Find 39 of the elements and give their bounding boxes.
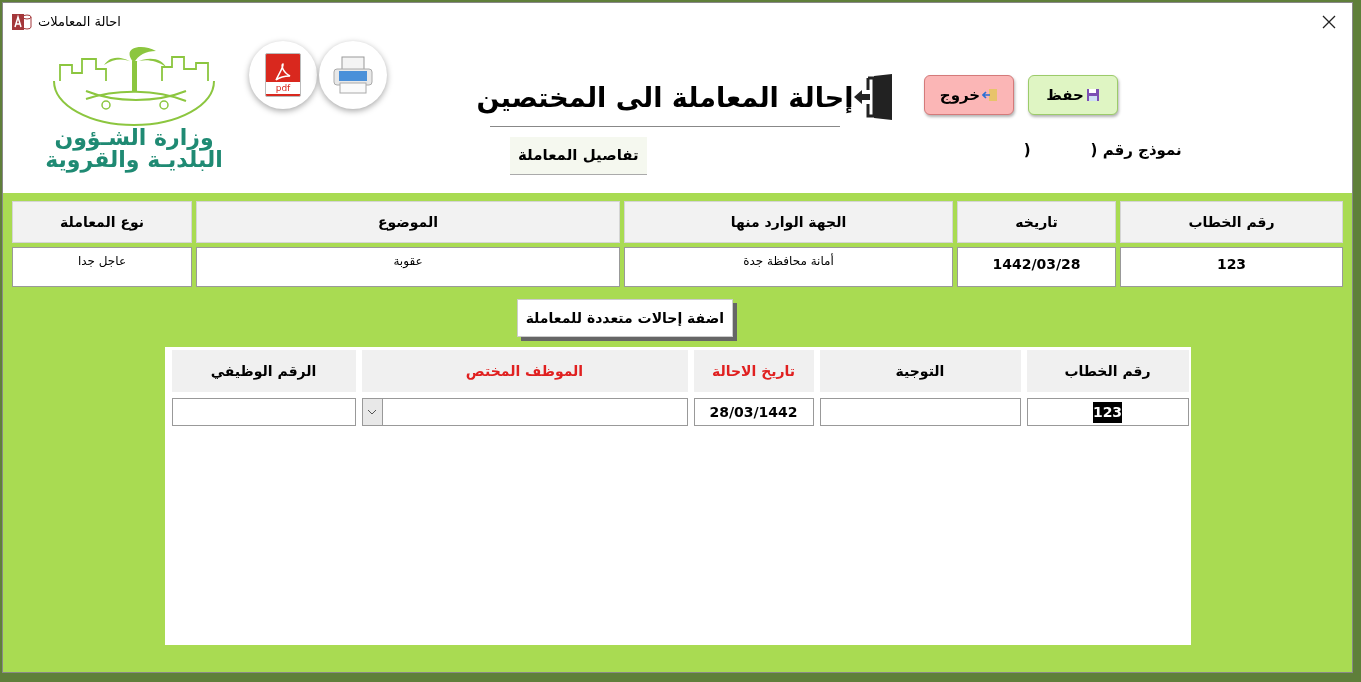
column-header: رقم الخطاب: [1120, 201, 1343, 243]
dropdown-button[interactable]: [362, 399, 383, 425]
printer-icon: [331, 55, 375, 95]
exit-button[interactable]: خروج: [924, 75, 1014, 115]
print-button[interactable]: [319, 41, 387, 109]
chevron-down-icon: [367, 409, 377, 415]
column-header: الموظف المختص: [361, 350, 688, 392]
column-header: تاريخه: [957, 201, 1116, 243]
pdf-label: pdf: [266, 82, 300, 94]
column-header: الموضوع: [196, 201, 620, 243]
ministry-name: وزارة الشـؤون: [54, 127, 214, 149]
input-field[interactable]: [819, 398, 1021, 426]
detail-field[interactable]: عاجل جدا: [12, 247, 192, 287]
save-button[interactable]: حفظ: [1028, 75, 1118, 115]
employee-dropdown[interactable]: [361, 398, 688, 426]
input-field[interactable]: 28/03/1442: [693, 398, 814, 426]
section-tab[interactable]: تفاصيل المعاملة: [510, 137, 647, 175]
detail-field[interactable]: 1442/03/28: [957, 247, 1116, 287]
app-icon: [12, 13, 32, 31]
pdf-button[interactable]: pdf: [249, 41, 317, 109]
close-icon[interactable]: [1322, 15, 1336, 29]
detail-field[interactable]: أمانة محافظة جدة: [624, 247, 953, 287]
page-heading: إحالة المعاملة الى المختصين: [476, 81, 854, 116]
detail-field[interactable]: عقوبة: [196, 247, 620, 287]
column-header: الرقم الوظيفي: [171, 350, 356, 392]
form-number-label: نموذج رقم (: [1090, 139, 1182, 161]
form-number-close: ): [1023, 139, 1031, 161]
column-header: الجهة الوارد منها: [624, 201, 953, 243]
input-field[interactable]: 123: [1026, 398, 1189, 426]
window-title: احالة المعاملات: [38, 13, 121, 32]
exit-door-icon: [854, 74, 894, 120]
column-header: التوجية: [819, 350, 1021, 392]
ministry-name: البلديـة والقروية: [45, 149, 223, 171]
exit-door-icon: [982, 88, 999, 102]
input-field[interactable]: [171, 398, 356, 426]
column-header: رقم الخطاب: [1026, 350, 1189, 392]
column-header: تاريخ الاحالة: [693, 350, 814, 392]
detail-field[interactable]: 123: [1120, 247, 1343, 287]
column-header: نوع المعاملة: [12, 201, 192, 243]
